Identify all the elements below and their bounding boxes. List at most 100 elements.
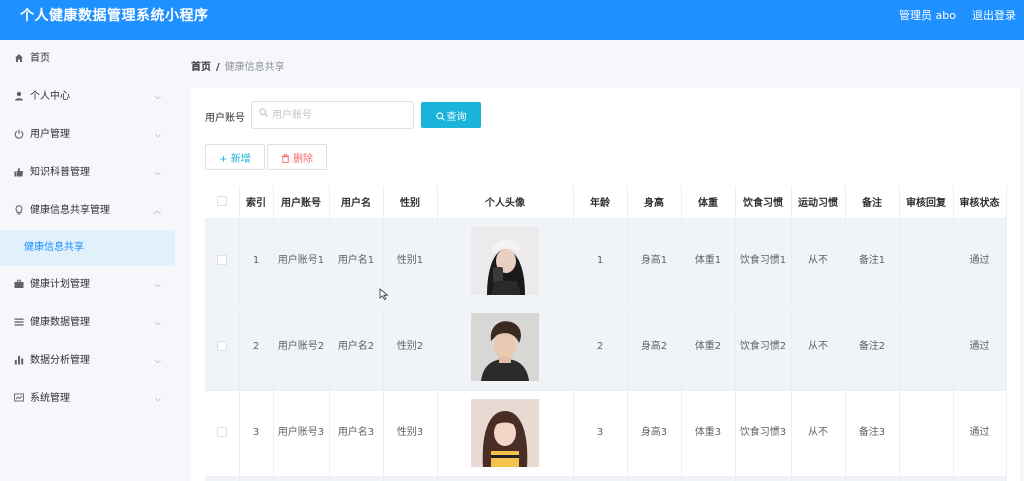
sidebar-item-label: 健康计划管理	[30, 279, 90, 290]
cell-exercise: 从不	[791, 390, 846, 477]
cell-status: 通过	[953, 390, 1007, 477]
add-button[interactable]: + 新增	[205, 144, 265, 170]
admin-user-label: 管理员 abo	[899, 9, 956, 22]
cell-note: 备注3	[845, 390, 900, 477]
column-header: 用户账号	[273, 186, 330, 219]
query-button-label: 查询	[446, 111, 467, 123]
search-icon	[259, 108, 268, 120]
row-select-cell	[205, 304, 240, 391]
breadcrumb-home[interactable]: 首页	[191, 62, 211, 73]
sidebar-item-user-management[interactable]: 用户管理 ⌵	[0, 116, 175, 154]
cell-age: 1	[573, 218, 628, 305]
monitor-icon	[13, 380, 25, 418]
sidebar-item-health-share-management[interactable]: 健康信息共享管理 ︿	[0, 192, 175, 230]
column-header: 运动习惯	[791, 186, 846, 219]
breadcrumb-current: 健康信息共享	[224, 62, 285, 73]
chevron-down-icon: ⌵	[154, 92, 161, 101]
cell-weight: 体重2	[681, 304, 736, 391]
row-filler-cell	[735, 476, 792, 481]
row-filler-cell	[953, 476, 1007, 481]
cell-gender: 性别1	[383, 218, 438, 305]
sidebar-item-health-share[interactable]: 健康信息共享	[0, 230, 175, 266]
sidebar-item-label: 数据分析管理	[30, 355, 90, 366]
row-filler-cell	[899, 476, 954, 481]
query-button[interactable]: 查询	[421, 102, 481, 128]
sidebar-item-health-plan-management[interactable]: 健康计划管理 ⌵	[0, 266, 175, 304]
table-row[interactable]: 1 用户账号1 用户名1 性别1 1 身高1 体重1 饮食习惯1 从不 备注1 …	[205, 218, 1007, 305]
cell-avatar	[437, 218, 574, 305]
sidebar-item-home[interactable]: 首页	[0, 40, 175, 78]
column-header: 用户名	[329, 186, 384, 219]
cell-age: 2	[573, 304, 628, 391]
table-row[interactable]: 3 用户账号3 用户名3 性别3 3 身高3 体重3 饮食习惯3 从不 备注3 …	[205, 390, 1007, 477]
row-filler-cell	[329, 476, 384, 481]
sidebar-item-knowledge-management[interactable]: 知识科普管理 ⌵	[0, 154, 175, 192]
row-checkbox[interactable]	[216, 255, 227, 265]
column-header: 备注	[845, 186, 900, 219]
row-checkbox[interactable]	[216, 427, 227, 437]
cell-avatar	[437, 304, 574, 391]
cell-status: 通过	[953, 304, 1007, 391]
bulb-icon	[13, 192, 25, 230]
user-icon	[13, 78, 25, 116]
row-filler-cell	[383, 476, 438, 481]
sidebar-item-label: 首页	[30, 53, 50, 64]
cell-account: 用户账号3	[273, 390, 330, 477]
cell-note: 备注2	[845, 304, 900, 391]
sidebar-item-system-management[interactable]: 系统管理 ⌵	[0, 380, 175, 418]
cell-height: 身高2	[627, 304, 682, 391]
cell-diet: 饮食习惯2	[735, 304, 792, 391]
sidebar-item-label: 健康数据管理	[30, 317, 90, 328]
table-header-row: 索引 用户账号 用户名 性别 个人头像 年龄 身高 体重 饮食习惯 运动习惯 备…	[205, 186, 1007, 219]
cell-reply	[899, 218, 954, 305]
search-icon	[435, 111, 445, 121]
sidebar-item-label: 健康信息共享	[24, 242, 84, 253]
sidebar-item-health-data-management[interactable]: 健康数据管理 ⌵	[0, 304, 175, 342]
logout-link[interactable]: 退出登录	[972, 7, 1016, 23]
content-panel: 用户账号 查询 + 新增 删除 索引 用户账号 用户名 性别 个人头像 年龄 身…	[191, 88, 1020, 481]
row-filler-cell	[791, 476, 846, 481]
cell-name: 用户名1	[329, 218, 384, 305]
select-all-cell	[205, 186, 240, 219]
top-bar: 个人健康数据管理系统小程序 管理员 abo 退出登录	[0, 0, 1024, 40]
list-icon	[13, 304, 25, 342]
chevron-down-icon: ⌵	[154, 280, 161, 289]
column-header: 审核回复	[899, 186, 954, 219]
cell-index: 2	[239, 304, 274, 391]
cell-account: 用户账号1	[273, 218, 330, 305]
row-filler-cell	[437, 476, 574, 481]
thumb-icon	[13, 154, 25, 192]
delete-button-label: 删除	[293, 153, 313, 165]
row-checkbox[interactable]	[216, 341, 227, 351]
sidebar-item-label: 健康信息共享管理	[30, 205, 110, 216]
data-table: 索引 用户账号 用户名 性别 个人头像 年龄 身高 体重 饮食习惯 运动习惯 备…	[205, 186, 1007, 481]
table-row	[205, 476, 1007, 481]
cell-age: 3	[573, 390, 628, 477]
breadcrumb-separator: /	[216, 62, 220, 73]
search-input[interactable]	[251, 101, 414, 129]
cell-reply	[899, 304, 954, 391]
cell-diet: 饮食习惯3	[735, 390, 792, 477]
row-select-cell	[205, 390, 240, 477]
chevron-down-icon: ⌵	[154, 356, 161, 365]
cell-status: 通过	[953, 218, 1007, 305]
row-filler-cell	[239, 476, 274, 481]
row-select-cell	[205, 218, 240, 305]
home-icon	[13, 40, 25, 78]
column-header: 饮食习惯	[735, 186, 792, 219]
column-header: 体重	[681, 186, 736, 219]
chevron-up-icon: ︿	[153, 206, 161, 215]
cell-gender: 性别2	[383, 304, 438, 391]
breadcrumb: 首页 / 健康信息共享	[191, 58, 285, 73]
sidebar-item-personal-center[interactable]: 个人中心 ⌵	[0, 78, 175, 116]
row-filler-cell	[573, 476, 628, 481]
trash-icon	[281, 153, 290, 163]
select-all-checkbox[interactable]	[216, 196, 227, 207]
sidebar-item-label: 用户管理	[30, 129, 70, 140]
delete-button[interactable]: 删除	[267, 144, 327, 170]
briefcase-icon	[13, 266, 25, 304]
avatar	[471, 399, 539, 467]
cell-name: 用户名3	[329, 390, 384, 477]
table-row[interactable]: 2 用户账号2 用户名2 性别2 2 身高2 体重2 饮食习惯2 从不 备注2 …	[205, 304, 1007, 391]
sidebar-item-data-analysis-management[interactable]: 数据分析管理 ⌵	[0, 342, 175, 380]
